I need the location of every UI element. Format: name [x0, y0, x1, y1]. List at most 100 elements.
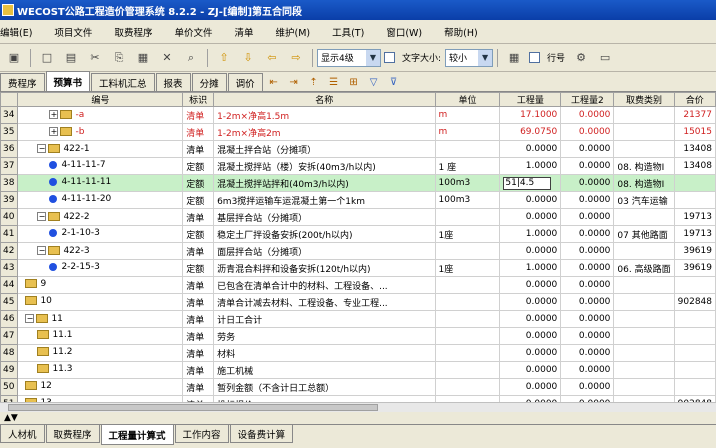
unit-cell[interactable] — [434, 140, 501, 158]
code-cell[interactable]: 4-11-11-7 — [17, 157, 184, 175]
col-tag-header[interactable]: 标识 — [182, 92, 215, 107]
tab-allocation[interactable]: 分摊 — [191, 73, 227, 91]
open-icon[interactable]: ▤ — [63, 50, 79, 66]
tag-cell[interactable]: 清单 — [182, 310, 215, 328]
table-row[interactable]: 40 − 422-2 清单 基层拌合站（分摊项） 0.0000 0.0000 19713 — [0, 208, 716, 226]
total-cell[interactable]: 21377 — [673, 106, 716, 124]
new-icon[interactable]: □ — [39, 50, 55, 66]
menu-edit[interactable]: 编辑(E) — [0, 25, 44, 39]
menu-window[interactable]: 窗口(W) — [376, 25, 434, 39]
qty2-cell[interactable]: 0.0000 — [560, 378, 615, 396]
collapse-icon[interactable]: − — [25, 314, 35, 324]
qty2-cell[interactable]: 0.0000 — [560, 276, 615, 294]
code-cell[interactable]: 4-11-11-11 — [17, 174, 184, 192]
tag-cell[interactable]: 清单 — [182, 123, 215, 141]
category-cell[interactable] — [613, 344, 675, 362]
category-cell[interactable] — [613, 140, 675, 158]
qty-cell[interactable]: 69.0750 — [499, 123, 562, 141]
menu-unit-price[interactable]: 单价文件 — [164, 25, 224, 39]
tab-labor-material-machine[interactable]: 人材机 — [0, 425, 45, 443]
col-name-header[interactable]: 名称 — [213, 92, 436, 107]
code-cell[interactable]: 2-1-10-3 — [17, 225, 184, 243]
tag-cell[interactable]: 清单 — [182, 344, 215, 362]
arrow-right-icon[interactable]: ⇨ — [288, 50, 304, 66]
qty2-cell[interactable]: 0.0000 — [560, 106, 615, 124]
filter-clear-icon[interactable]: ⊽ — [387, 75, 401, 89]
tag-cell[interactable]: 定额 — [182, 259, 215, 277]
name-cell[interactable]: 劳务 — [213, 327, 436, 345]
category-cell[interactable] — [613, 327, 675, 345]
unit-cell[interactable]: 1座 — [434, 225, 501, 243]
name-cell[interactable]: 混凝土搅拌站拌和(40m3/h以内) — [213, 174, 436, 192]
qty2-cell[interactable]: 0.0000 — [560, 225, 615, 243]
col-category-header[interactable]: 取费类别 — [613, 92, 675, 107]
qty2-cell[interactable]: 0.0000 — [560, 174, 615, 192]
find-icon[interactable]: ⌕ — [183, 50, 199, 66]
qty-cell[interactable]: 0.0000 — [499, 344, 562, 362]
table-row[interactable]: 48 11.2 清单 材料 0.0000 0.0000 — [0, 344, 716, 362]
name-cell[interactable]: 混凝土拌合站（分摊项） — [213, 140, 436, 158]
table-row[interactable]: 39 4-11-11-20 定额 6m3搅拌运输车运混凝土第一个1km 100m3 0.0… — [0, 191, 716, 209]
code-cell[interactable]: + -a — [17, 106, 184, 124]
qty2-cell[interactable]: 0.0000 — [560, 191, 615, 209]
unit-cell[interactable]: 1 座 — [434, 157, 501, 175]
code-cell[interactable]: + -b — [17, 123, 184, 141]
code-cell[interactable]: 11.3 — [17, 361, 184, 379]
menu-bill[interactable]: 清单 — [224, 25, 265, 39]
collapse-icon[interactable]: − — [37, 144, 47, 154]
menu-project-file[interactable]: 项目文件 — [44, 25, 104, 39]
col-total-header[interactable]: 合价 — [673, 92, 716, 107]
total-cell[interactable] — [673, 327, 716, 345]
table-row[interactable]: 45 10 清单 清单合计减去材料、工程设备、专业工程... 0.0000 0.0000 9… — [0, 293, 716, 311]
grid-icon[interactable]: ▦ — [506, 50, 522, 66]
name-cell[interactable]: 基层拌合站（分摊项） — [213, 208, 436, 226]
category-cell[interactable] — [613, 106, 675, 124]
code-cell[interactable]: − 422-3 — [17, 242, 184, 260]
paste-icon[interactable]: ▦ — [135, 50, 151, 66]
unit-cell[interactable] — [434, 378, 501, 396]
collapse-arrows-icon[interactable]: ▲▼ — [4, 413, 18, 423]
qty-cell[interactable]: 1.0000 — [499, 259, 562, 277]
qty2-cell[interactable]: 0.0000 — [560, 242, 615, 260]
tag-cell[interactable]: 清单 — [182, 378, 215, 396]
qty2-cell[interactable]: 0.0000 — [560, 310, 615, 328]
total-cell[interactable] — [673, 361, 716, 379]
panel-splitter[interactable]: ▲▼ — [0, 412, 716, 424]
qty-cell[interactable]: 0.0000 — [499, 191, 562, 209]
unit-cell[interactable] — [434, 208, 501, 226]
qty2-cell[interactable]: 0.0000 — [560, 344, 615, 362]
line-number-checkbox[interactable] — [529, 52, 541, 63]
category-cell[interactable] — [613, 378, 675, 396]
code-cell[interactable]: 11.2 — [17, 344, 184, 362]
qty-cell[interactable]: 0.0000 — [499, 140, 562, 158]
category-cell[interactable] — [613, 310, 675, 328]
tab-bottom-fee-program[interactable]: 取费程序 — [45, 425, 100, 443]
total-cell[interactable] — [673, 174, 716, 192]
arrow-up-icon[interactable]: ⇧ — [216, 50, 232, 66]
tag-cell[interactable]: 清单 — [182, 293, 215, 311]
code-cell[interactable]: 11.1 — [17, 327, 184, 345]
code-cell[interactable]: 12 — [17, 378, 184, 396]
code-cell[interactable]: 9 — [17, 276, 184, 294]
arrow-down-icon[interactable]: ⇩ — [240, 50, 256, 66]
tab-price-adjust[interactable]: 调价 — [227, 73, 263, 91]
col-code-header[interactable]: 编号 — [17, 92, 184, 107]
qty-cell[interactable]: 0.0000 — [499, 242, 562, 260]
table-row[interactable]: 41 2-1-10-3 定额 稳定土厂拌设备安拆(200t/h以内) 1座 1.0000 0… — [0, 225, 716, 243]
qty-cell[interactable]: 0.0000 — [499, 361, 562, 379]
save-icon[interactable]: ▣ — [6, 50, 22, 66]
total-cell[interactable]: 15015 — [673, 123, 716, 141]
menu-tools[interactable]: 工具(T) — [322, 25, 376, 39]
qty-cell[interactable]: 0.0000 — [499, 293, 562, 311]
display-checkbox[interactable] — [384, 52, 395, 63]
table-row[interactable]: 38 4-11-11-11 定额 混凝土搅拌站拌和(40m3/h以内) 100m3 51|… — [0, 174, 716, 192]
name-cell[interactable]: 1-2m×净高1.5m — [213, 106, 436, 124]
table-row[interactable]: 46− 11 清单 计日工合计 0.0000 0.0000 — [0, 310, 716, 328]
table-row[interactable]: 47 11.1 清单 劳务 0.0000 0.0000 — [0, 327, 716, 345]
scrollbar-thumb[interactable] — [8, 404, 378, 411]
unit-cell[interactable]: m — [434, 123, 501, 141]
unit-cell[interactable] — [434, 293, 501, 311]
table-row[interactable]: 37 4-11-11-7 定额 混凝土搅拌站（楼）安拆(40m3/h以内) 1 座 1.0… — [0, 157, 716, 175]
level-up-icon[interactable]: ⇡ — [307, 75, 321, 89]
tag-cell[interactable]: 定额 — [182, 174, 215, 192]
